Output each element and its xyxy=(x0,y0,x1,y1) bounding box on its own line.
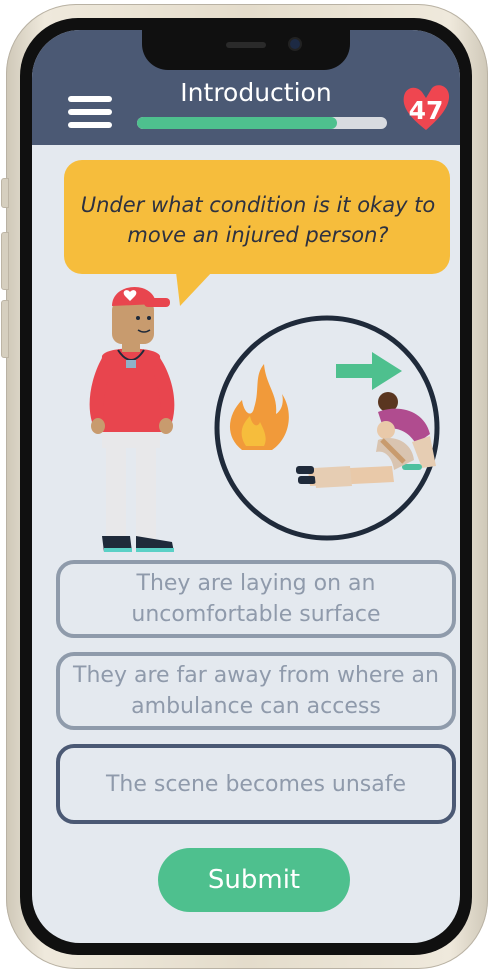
illustration xyxy=(89,286,440,552)
answer-label: They are laying on an uncomfortable surf… xyxy=(131,571,381,627)
phone-side-button xyxy=(1,232,9,290)
phone-side-button xyxy=(1,178,9,208)
answer-option-2[interactable]: They are far away from where an ambulanc… xyxy=(56,652,456,730)
answer-label: They are far away from where an ambulanc… xyxy=(73,663,439,719)
answer-option-3[interactable]: The scene becomes unsafe xyxy=(56,744,456,824)
instructor-character xyxy=(89,286,175,552)
app-screen: Introduction 47 Under what condition is … xyxy=(32,30,460,943)
submit-button[interactable]: Submit xyxy=(158,848,350,912)
answer-option-1[interactable]: They are laying on an uncomfortable surf… xyxy=(56,560,456,638)
phone-side-button xyxy=(1,300,9,358)
answer-label: The scene becomes unsafe xyxy=(105,771,407,797)
